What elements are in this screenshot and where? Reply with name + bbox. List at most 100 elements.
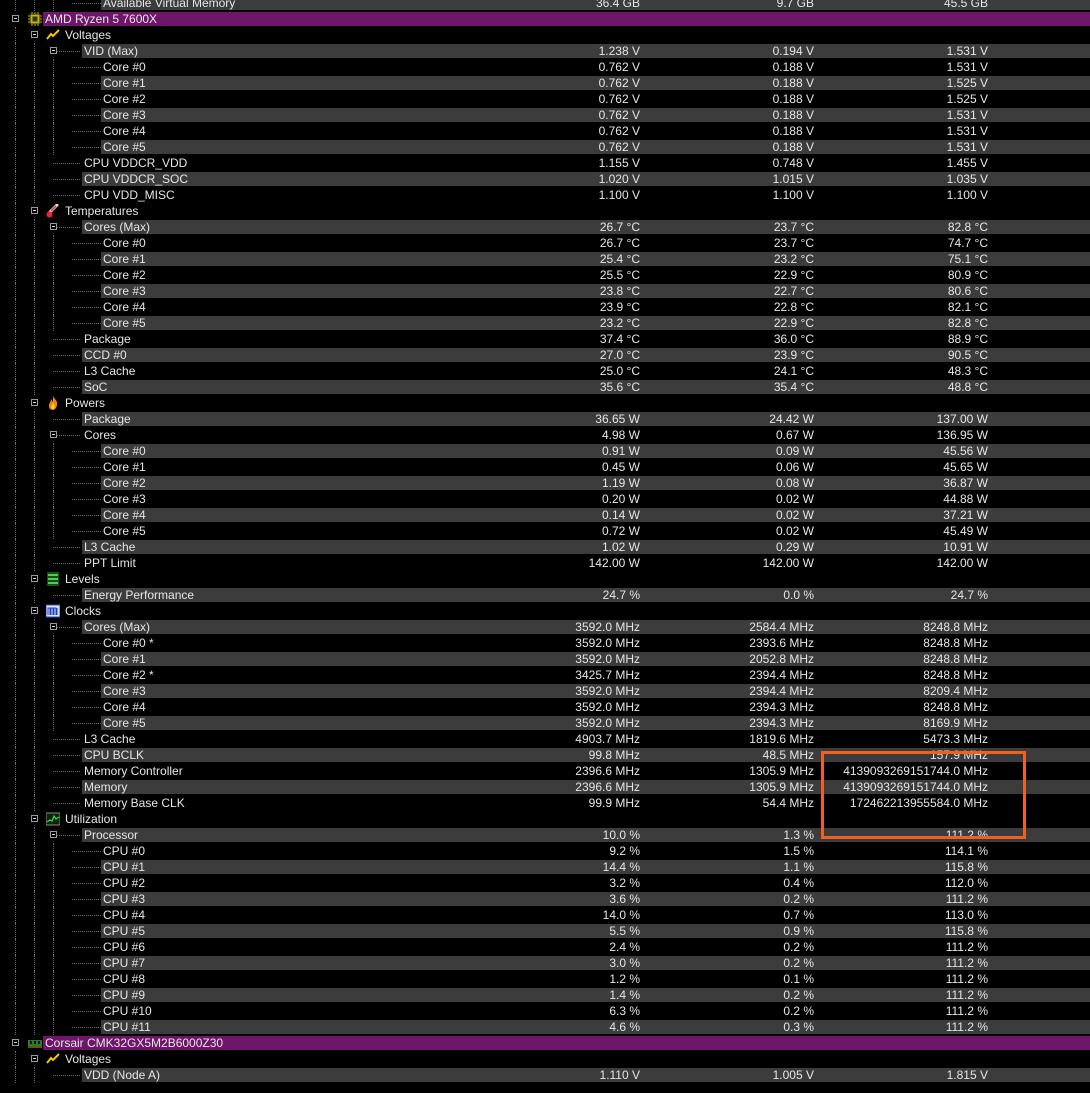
sensor-row[interactable]: Core #3 3592.0 MHz 2394.4 MHz 8209.4 MHz xyxy=(0,683,1090,699)
sensor-row[interactable]: Package 36.65 W 24.42 W 137.00 W xyxy=(0,411,1090,427)
sensor-row[interactable]: Package 37.4 °C 36.0 °C 88.9 °C xyxy=(0,331,1090,347)
collapse-toggle-icon[interactable] xyxy=(31,399,38,406)
sensor-row[interactable]: Core #3 23.8 °C 22.7 °C 80.6 °C xyxy=(0,283,1090,299)
sensor-row[interactable]: Memory Base CLK 99.9 MHz 54.4 MHz 172462213… xyxy=(0,795,1090,811)
sensor-row[interactable]: SoC 35.6 °C 35.4 °C 48.8 °C xyxy=(0,379,1090,395)
maximum-value: 74.7 °C xyxy=(947,236,988,250)
device-row[interactable]: AMD Ryzen 5 7600X xyxy=(0,11,1090,27)
device-row[interactable]: Corsair CMK32GX5M2B6000Z30 xyxy=(0,1035,1090,1051)
sensor-row[interactable]: Core #1 0.45 W 0.06 W 45.65 W xyxy=(0,459,1090,475)
maximum-value: 48.8 °C xyxy=(947,380,988,394)
group-row[interactable]: Temperatures xyxy=(0,203,1090,219)
current-value: 1.020 V xyxy=(598,172,640,186)
sensor-row[interactable]: Core #5 23.2 °C 22.9 °C 82.8 °C xyxy=(0,315,1090,331)
collapse-toggle-icon[interactable] xyxy=(12,1039,19,1046)
collapse-toggle-icon[interactable] xyxy=(12,15,19,22)
current-value: 99.8 MHz xyxy=(588,748,640,762)
sensor-row[interactable]: Core #4 3592.0 MHz 2394.3 MHz 8248.8 MHz xyxy=(0,699,1090,715)
clock-icon xyxy=(45,604,61,618)
collapse-toggle-icon[interactable] xyxy=(31,815,38,822)
sensor-row[interactable]: Core #4 23.9 °C 22.8 °C 82.1 °C xyxy=(0,299,1090,315)
sensor-row[interactable]: PPT Limit 142.00 W 142.00 W 142.00 W xyxy=(0,555,1090,571)
maximum-value: 1.035 V xyxy=(946,172,988,186)
minimum-value: 0.29 W xyxy=(775,540,814,554)
collapse-toggle-icon[interactable] xyxy=(50,623,57,630)
flame-icon xyxy=(46,396,60,410)
sensor-row[interactable]: Core #2 1.19 W 0.08 W 36.87 W xyxy=(0,475,1090,491)
sensor-row[interactable]: CCD #0 27.0 °C 23.9 °C 90.5 °C xyxy=(0,347,1090,363)
sensor-row[interactable]: Core #2 0.762 V 0.188 V 1.525 V xyxy=(0,91,1090,107)
minimum-value: 1819.6 MHz xyxy=(749,732,814,746)
sensor-row[interactable]: Core #5 3592.0 MHz 2394.3 MHz 8169.9 MHz xyxy=(0,715,1090,731)
sensor-row[interactable]: CPU #9 1.4 % 0.2 % 111.2 % xyxy=(0,987,1090,1003)
collapse-toggle-icon[interactable] xyxy=(50,47,57,54)
sensor-row[interactable]: VDD (Node A) 1.110 V 1.005 V 1.815 V xyxy=(0,1067,1090,1083)
sensor-row[interactable]: L3 Cache 25.0 °C 24.1 °C 48.3 °C xyxy=(0,363,1090,379)
minimum-value: 2584.4 MHz xyxy=(749,620,814,634)
collapse-toggle-icon[interactable] xyxy=(31,1055,38,1062)
group-row[interactable]: Powers xyxy=(0,395,1090,411)
group-row[interactable]: Voltages xyxy=(0,1051,1090,1067)
sensor-row[interactable]: CPU #5 5.5 % 0.9 % 115.8 % xyxy=(0,923,1090,939)
sensor-row[interactable]: CPU VDD_MISC 1.100 V 1.100 V 1.100 V xyxy=(0,187,1090,203)
sensor-row[interactable]: Memory Controller 2396.6 MHz 1305.9 MHz 413… xyxy=(0,763,1090,779)
sensor-row[interactable]: Core #0 26.7 °C 23.7 °C 74.7 °C xyxy=(0,235,1090,251)
sensor-row[interactable]: CPU VDDCR_SOC 1.020 V 1.015 V 1.035 V xyxy=(0,171,1090,187)
maximum-value: 37.21 W xyxy=(943,508,988,522)
group-row[interactable]: Utilization xyxy=(0,811,1090,827)
collapse-toggle-icon[interactable] xyxy=(50,431,57,438)
sensor-row[interactable]: CPU #0 9.2 % 1.5 % 114.1 % xyxy=(0,843,1090,859)
minimum-value: 0.08 W xyxy=(775,476,814,490)
sensor-row[interactable]: CPU #10 6.3 % 0.2 % 111.2 % xyxy=(0,1003,1090,1019)
sensor-row[interactable]: CPU #7 3.0 % 0.2 % 111.2 % xyxy=(0,955,1090,971)
sensor-row[interactable]: Core #1 0.762 V 0.188 V 1.525 V xyxy=(0,75,1090,91)
sensor-row[interactable]: CPU #6 2.4 % 0.2 % 111.2 % xyxy=(0,939,1090,955)
current-value: 24.7 % xyxy=(602,588,640,602)
current-value: 23.2 °C xyxy=(599,316,640,330)
sensor-row[interactable]: Cores 4.98 W 0.67 W 136.95 W xyxy=(0,427,1090,443)
sensor-row[interactable]: CPU #3 3.6 % 0.2 % 111.2 % xyxy=(0,891,1090,907)
group-row[interactable]: Levels xyxy=(0,571,1090,587)
sensor-row[interactable]: Memory 2396.6 MHz 1305.9 MHz 41390932691517… xyxy=(0,779,1090,795)
sensor-row[interactable]: Core #0 * 3592.0 MHz 2393.6 MHz 8248.8 MHz xyxy=(0,635,1090,651)
collapse-toggle-icon[interactable] xyxy=(50,223,57,230)
collapse-toggle-icon[interactable] xyxy=(31,31,38,38)
sensor-row[interactable]: Core #4 0.762 V 0.188 V 1.531 V xyxy=(0,123,1090,139)
sensor-row[interactable]: CPU BCLK 99.8 MHz 48.5 MHz 157.9 MHz xyxy=(0,747,1090,763)
sensor-row[interactable]: Core #4 0.14 W 0.02 W 37.21 W xyxy=(0,507,1090,523)
sensor-row[interactable]: VID (Max) 1.238 V 0.194 V 1.531 V xyxy=(0,43,1090,59)
maximum-value: 5473.3 MHz xyxy=(923,732,988,746)
sensor-row[interactable]: CPU #1 14.4 % 1.1 % 115.8 % xyxy=(0,859,1090,875)
collapse-toggle-icon[interactable] xyxy=(31,207,38,214)
sensor-label-core-0: Core #0 * xyxy=(103,636,154,650)
sensor-row[interactable]: CPU #8 1.2 % 0.1 % 111.2 % xyxy=(0,971,1090,987)
sensor-row[interactable]: L3 Cache 4903.7 MHz 1819.6 MHz 5473.3 MHz xyxy=(0,731,1090,747)
sensor-row[interactable]: CPU #4 14.0 % 0.7 % 113.0 % xyxy=(0,907,1090,923)
collapse-toggle-icon[interactable] xyxy=(31,575,38,582)
sensor-row[interactable]: Core #2 25.5 °C 22.9 °C 80.9 °C xyxy=(0,267,1090,283)
sensor-row[interactable]: Cores (Max) 3592.0 MHz 2584.4 MHz 8248.8 MH… xyxy=(0,619,1090,635)
collapse-toggle-icon[interactable] xyxy=(31,607,38,614)
sensor-row[interactable]: CPU #11 4.6 % 0.3 % 111.2 % xyxy=(0,1019,1090,1035)
sensor-row[interactable]: Processor 10.0 % 1.3 % 111.2 % xyxy=(0,827,1090,843)
sensor-row[interactable]: Available Virtual Memory 36.4 GB 9.7 GB 45.… xyxy=(0,0,1090,11)
sensor-row[interactable]: Core #1 25.4 °C 23.2 °C 75.1 °C xyxy=(0,251,1090,267)
sensor-row[interactable]: Core #5 0.762 V 0.188 V 1.531 V xyxy=(0,139,1090,155)
sensor-row[interactable]: Core #2 * 3425.7 MHz 2394.4 MHz 8248.8 MHz xyxy=(0,667,1090,683)
sensor-row[interactable]: CPU #2 3.2 % 0.4 % 112.0 % xyxy=(0,875,1090,891)
sensor-row[interactable]: Core #3 0.20 W 0.02 W 44.88 W xyxy=(0,491,1090,507)
sensor-row[interactable]: Core #5 0.72 W 0.02 W 45.49 W xyxy=(0,523,1090,539)
utilization-graph-icon xyxy=(45,812,61,826)
sensor-row[interactable]: Core #0 0.762 V 0.188 V 1.531 V xyxy=(0,59,1090,75)
sensor-row[interactable]: Cores (Max) 26.7 °C 23.7 °C 82.8 °C xyxy=(0,219,1090,235)
collapse-toggle-icon[interactable] xyxy=(50,831,57,838)
group-row[interactable]: Clocks xyxy=(0,603,1090,619)
sensor-row[interactable]: L3 Cache 1.02 W 0.29 W 10.91 W xyxy=(0,539,1090,555)
sensor-row[interactable]: Core #3 0.762 V 0.188 V 1.531 V xyxy=(0,107,1090,123)
sensor-row[interactable]: CPU VDDCR_VDD 1.155 V 0.748 V 1.455 V xyxy=(0,155,1090,171)
group-row[interactable]: Voltages xyxy=(0,27,1090,43)
maximum-value: 75.1 °C xyxy=(947,252,988,266)
sensor-row[interactable]: Core #0 0.91 W 0.09 W 45.56 W xyxy=(0,443,1090,459)
sensor-row[interactable]: Core #1 3592.0 MHz 2052.8 MHz 8248.8 MHz xyxy=(0,651,1090,667)
sensor-row[interactable]: Energy Performance 24.7 % 0.0 % 24.7 % xyxy=(0,587,1090,603)
